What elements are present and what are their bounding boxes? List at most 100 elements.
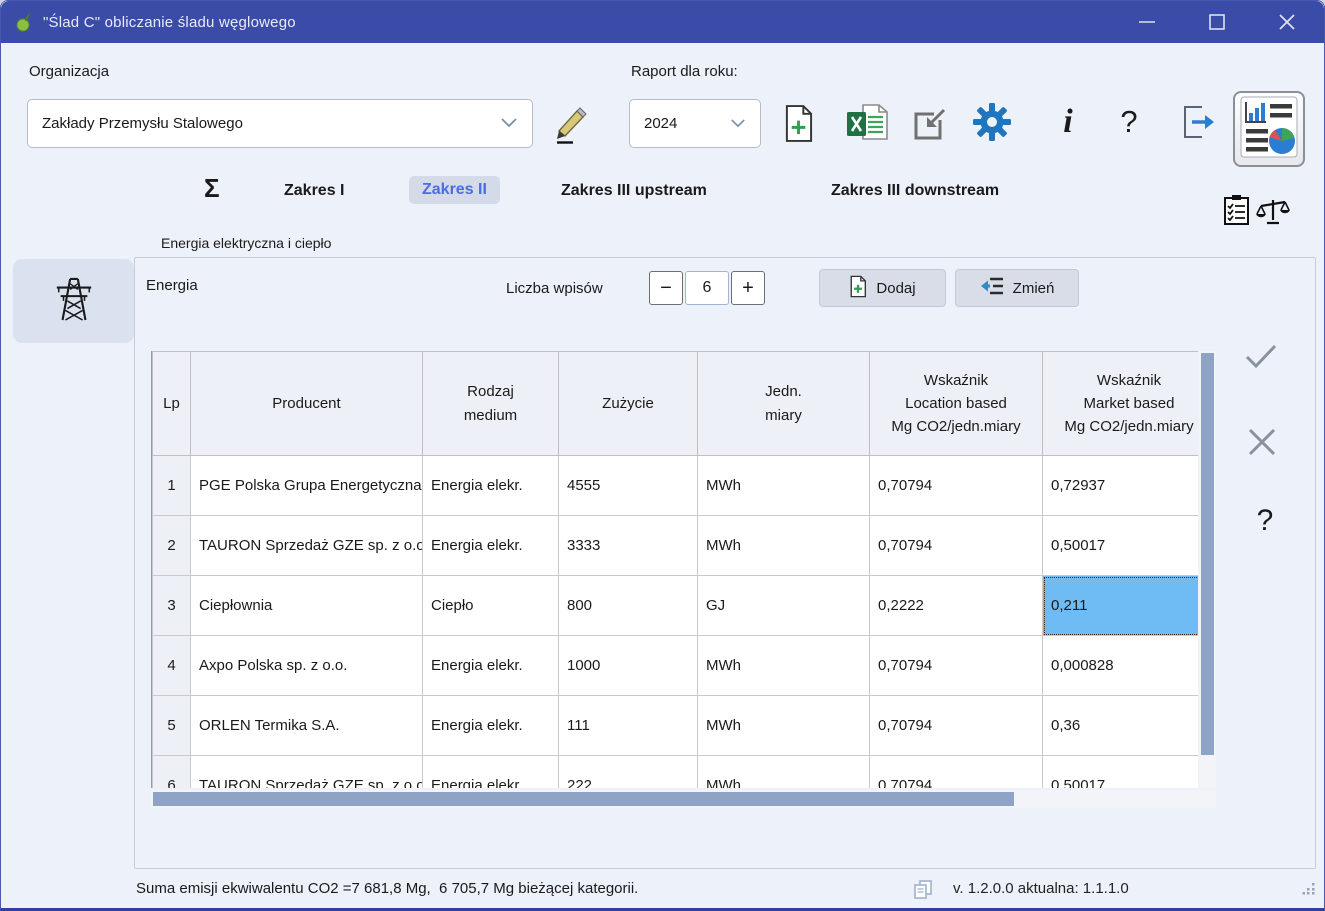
cell-jedn[interactable]: MWh [698, 756, 870, 789]
cell-producent[interactable]: TAURON Sprzedaż GZE sp. z o.o. [191, 516, 423, 576]
settings-button[interactable] [971, 103, 1013, 145]
new-document-icon [783, 104, 814, 148]
sidebar-item-energy[interactable] [13, 259, 134, 343]
category-label: Energia elektryczna i ciepło [161, 235, 331, 251]
cell-jedn[interactable]: MWh [698, 696, 870, 756]
cell-zuzycie[interactable]: 111 [559, 696, 698, 756]
change-entry-button[interactable]: Zmień [955, 269, 1079, 307]
cell-location[interactable]: 0,70794 [870, 636, 1043, 696]
horizontal-scrollbar[interactable] [151, 790, 1216, 808]
cell-medium[interactable]: Energia elekr. [423, 456, 559, 516]
copy-pages-icon[interactable] [913, 879, 933, 904]
cell-market[interactable]: 0,50017 [1043, 756, 1199, 789]
cell-jedn[interactable]: MWh [698, 516, 870, 576]
new-report-button[interactable] [781, 105, 815, 147]
gear-icon [972, 102, 1012, 147]
table-row: 2TAURON Sprzedaż GZE sp. z o.o.Energia e… [153, 516, 1199, 576]
cell-producent[interactable]: Ciepłownia [191, 576, 423, 636]
cell-medium[interactable]: Energia elekr. [423, 636, 559, 696]
entries-decrement-button[interactable]: − [649, 271, 683, 305]
energy-table-viewport: LpProducentRodzaj mediumZużycieJedn. mia… [151, 351, 1198, 788]
tab-zakres-1[interactable]: Zakres I [284, 182, 344, 200]
cell-jedn[interactable]: MWh [698, 636, 870, 696]
cell-location[interactable]: 0,70794 [870, 696, 1043, 756]
add-entry-button[interactable]: Dodaj [819, 269, 946, 307]
tab-zakres-2[interactable]: Zakres II [409, 176, 500, 204]
cell-help-button[interactable]: ? [1249, 501, 1281, 541]
cell-zuzycie[interactable]: 222 [559, 756, 698, 789]
cell-location[interactable]: 0,70794 [870, 516, 1043, 576]
cell-market[interactable]: 0,36 [1043, 696, 1199, 756]
help-button[interactable]: ? [1113, 99, 1145, 145]
cell-lp[interactable]: 1 [153, 456, 191, 516]
cell-medium[interactable]: Energia elekr. [423, 756, 559, 789]
tab-zakres-3-upstream[interactable]: Zakres III upstream [561, 182, 707, 200]
cell-zuzycie[interactable]: 1000 [559, 636, 698, 696]
cell-lp[interactable]: 6 [153, 756, 191, 789]
report-year-select[interactable]: 2024 [629, 99, 761, 148]
title-bar: "Ślad C" obliczanie śladu węglowego [1, 1, 1324, 43]
cell-location[interactable]: 0,70794 [870, 456, 1043, 516]
exit-button[interactable] [1177, 103, 1221, 145]
vertical-scrollbar-thumb[interactable] [1201, 353, 1214, 755]
cell-jedn[interactable]: MWh [698, 456, 870, 516]
cell-producent[interactable]: Axpo Polska sp. z o.o. [191, 636, 423, 696]
cell-lp[interactable]: 5 [153, 696, 191, 756]
cell-lp[interactable]: 4 [153, 636, 191, 696]
cancel-button[interactable] [1243, 427, 1281, 461]
cell-producent[interactable]: ORLEN Termika S.A. [191, 696, 423, 756]
import-button[interactable] [911, 107, 949, 145]
cell-market[interactable]: 0,000828 [1043, 636, 1199, 696]
checklist-button[interactable] [1221, 195, 1251, 229]
cell-location[interactable]: 0,2222 [870, 576, 1043, 636]
column-header-zuzycie[interactable]: Zużycie [559, 352, 698, 456]
minimize-button[interactable] [1124, 6, 1170, 38]
cell-zuzycie[interactable]: 4555 [559, 456, 698, 516]
close-button[interactable] [1264, 6, 1310, 38]
confirm-button[interactable] [1241, 341, 1281, 375]
cell-medium[interactable]: Ciepło [423, 576, 559, 636]
cell-zuzycie[interactable]: 3333 [559, 516, 698, 576]
cell-market[interactable]: 0,72937 [1043, 456, 1199, 516]
tab-zakres-3-downstream[interactable]: Zakres III downstream [831, 182, 999, 200]
cell-producent[interactable]: PGE Polska Grupa Energetyczna [191, 456, 423, 516]
report-year-label: Raport dla roku: [631, 63, 738, 80]
cell-medium[interactable]: Energia elekr. [423, 516, 559, 576]
edit-organization-button[interactable] [549, 103, 591, 149]
export-excel-button[interactable] [844, 103, 892, 149]
entries-increment-button[interactable]: + [731, 271, 765, 305]
tab-summary[interactable]: Σ [204, 173, 220, 204]
cell-market[interactable]: 0,50017 [1043, 516, 1199, 576]
excel-export-icon [845, 103, 891, 150]
column-header-jedn[interactable]: Jedn. miary [698, 352, 870, 456]
column-header-location[interactable]: Wskaźnik Location based Mg CO2/jedn.miar… [870, 352, 1043, 456]
cell-market[interactable]: 0,211 [1043, 576, 1199, 636]
energy-table: LpProducentRodzaj mediumZużycieJedn. mia… [152, 351, 1198, 788]
cross-icon [1246, 426, 1278, 463]
table-row: 1 PGE Polska Grupa EnergetycznaEnergia e… [153, 456, 1199, 516]
add-document-icon [849, 275, 867, 302]
horizontal-scrollbar-thumb[interactable] [153, 792, 1014, 806]
organization-select[interactable]: Zakłady Przemysłu Stalowego [27, 99, 533, 148]
maximize-button[interactable] [1194, 6, 1240, 38]
entries-count-input[interactable]: 6 [685, 271, 729, 305]
info-button[interactable]: i [1053, 99, 1083, 145]
report-view-button[interactable] [1233, 91, 1305, 167]
cell-location[interactable]: 0,70794 [870, 756, 1043, 789]
cell-lp[interactable]: 2 [153, 516, 191, 576]
vertical-scrollbar[interactable] [1199, 351, 1216, 788]
balance-button[interactable] [1253, 197, 1293, 229]
column-header-producent[interactable]: Producent [191, 352, 423, 456]
column-header-medium[interactable]: Rodzaj medium [423, 352, 559, 456]
resize-grip-icon[interactable] [1302, 881, 1316, 900]
column-header-market[interactable]: Wskaźnik Market based Mg CO2/jedn.miary [1043, 352, 1199, 456]
column-header-lp[interactable]: Lp [153, 352, 191, 456]
leaf-icon [13, 11, 35, 33]
organization-value: Zakłady Przemysłu Stalowego [42, 115, 243, 132]
cell-producent[interactable]: TAURON Sprzedaż GZE sp. z o.o. [191, 756, 423, 789]
cell-medium[interactable]: Energia elekr. [423, 696, 559, 756]
scales-icon [1254, 196, 1292, 231]
cell-jedn[interactable]: GJ [698, 576, 870, 636]
cell-zuzycie[interactable]: 800 [559, 576, 698, 636]
cell-lp[interactable]: 3 [153, 576, 191, 636]
